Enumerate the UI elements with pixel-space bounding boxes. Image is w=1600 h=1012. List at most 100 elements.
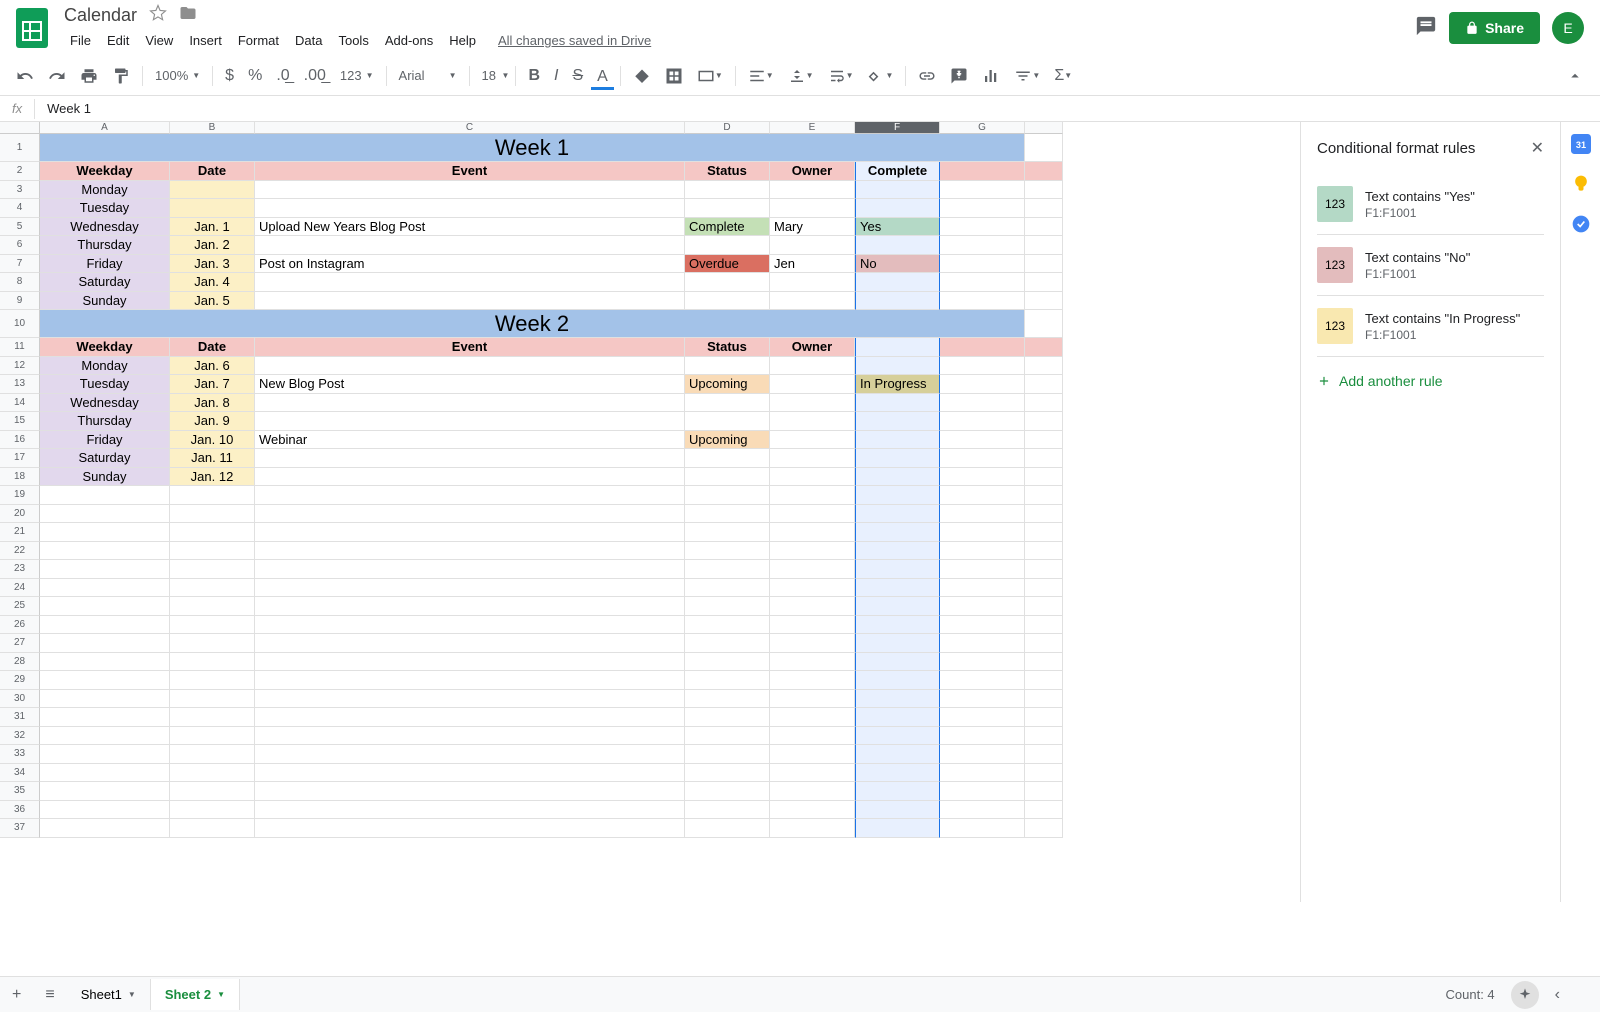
- cell[interactable]: [855, 764, 940, 783]
- cell[interactable]: [685, 236, 770, 255]
- user-avatar[interactable]: E: [1552, 12, 1584, 44]
- cell[interactable]: [940, 634, 1025, 653]
- cell[interactable]: [855, 727, 940, 746]
- selection-count[interactable]: Count: 4: [1446, 987, 1495, 1002]
- cell[interactable]: [855, 338, 940, 357]
- cell[interactable]: [1025, 375, 1063, 394]
- close-icon[interactable]: ✕: [1531, 138, 1544, 158]
- cell[interactable]: Tuesday: [40, 375, 170, 394]
- cell[interactable]: [770, 782, 855, 801]
- cell[interactable]: [940, 338, 1025, 357]
- row-header[interactable]: 35: [0, 782, 40, 801]
- cell[interactable]: [940, 523, 1025, 542]
- cell[interactable]: Post on Instagram: [255, 255, 685, 274]
- row-header[interactable]: 2: [0, 162, 40, 181]
- cell[interactable]: [1025, 357, 1063, 376]
- cell[interactable]: [40, 542, 170, 561]
- cell[interactable]: New Blog Post: [255, 375, 685, 394]
- cell[interactable]: [170, 708, 255, 727]
- cell[interactable]: [255, 542, 685, 561]
- cell[interactable]: [770, 394, 855, 413]
- cell[interactable]: [1025, 616, 1063, 635]
- cell[interactable]: [170, 690, 255, 709]
- cell[interactable]: Jan. 4: [170, 273, 255, 292]
- cell[interactable]: Jan. 9: [170, 412, 255, 431]
- row-header[interactable]: 11: [0, 338, 40, 357]
- cell[interactable]: Monday: [40, 181, 170, 200]
- cell[interactable]: [770, 597, 855, 616]
- menu-tools[interactable]: Tools: [332, 29, 374, 52]
- cell[interactable]: [855, 394, 940, 413]
- cell[interactable]: [770, 273, 855, 292]
- cell[interactable]: [685, 468, 770, 487]
- undo-icon[interactable]: [10, 61, 40, 91]
- cell[interactable]: Jan. 5: [170, 292, 255, 311]
- cell[interactable]: [1025, 708, 1063, 727]
- cell[interactable]: [1025, 764, 1063, 783]
- cell[interactable]: [1025, 218, 1063, 237]
- cell[interactable]: Wednesday: [40, 394, 170, 413]
- cell[interactable]: [40, 579, 170, 598]
- col-header-D[interactable]: D: [685, 122, 770, 134]
- row-header[interactable]: 7: [0, 255, 40, 274]
- cell[interactable]: [1025, 782, 1063, 801]
- cell[interactable]: [1025, 431, 1063, 450]
- all-sheets-icon[interactable]: ≡: [33, 978, 66, 1012]
- cell[interactable]: Event: [255, 162, 685, 181]
- cell[interactable]: [940, 394, 1025, 413]
- cell[interactable]: [770, 375, 855, 394]
- cell[interactable]: [255, 236, 685, 255]
- cell[interactable]: [770, 801, 855, 820]
- cell[interactable]: [40, 782, 170, 801]
- cell[interactable]: [685, 560, 770, 579]
- cell[interactable]: [855, 292, 940, 311]
- cell[interactable]: [685, 764, 770, 783]
- cell[interactable]: [855, 236, 940, 255]
- tab-sheet1[interactable]: Sheet1▼: [67, 979, 151, 1010]
- cell[interactable]: Sunday: [40, 468, 170, 487]
- cell[interactable]: Upload New Years Blog Post: [255, 218, 685, 237]
- cell[interactable]: [1025, 199, 1063, 218]
- cell[interactable]: [1025, 745, 1063, 764]
- cell[interactable]: [685, 616, 770, 635]
- cell[interactable]: [855, 542, 940, 561]
- cell[interactable]: [940, 505, 1025, 524]
- cell[interactable]: [770, 181, 855, 200]
- cell[interactable]: Saturday: [40, 273, 170, 292]
- text-color-icon[interactable]: A: [591, 62, 614, 90]
- cell[interactable]: [1025, 597, 1063, 616]
- row-header[interactable]: 22: [0, 542, 40, 561]
- cell[interactable]: [770, 819, 855, 838]
- cell[interactable]: Complete: [685, 218, 770, 237]
- zoom-select[interactable]: 100%▼: [149, 64, 206, 87]
- cell[interactable]: [685, 394, 770, 413]
- cell[interactable]: [685, 292, 770, 311]
- cell[interactable]: Status: [685, 338, 770, 357]
- cell[interactable]: Jan. 1: [170, 218, 255, 237]
- cell[interactable]: [170, 505, 255, 524]
- row-header[interactable]: 28: [0, 653, 40, 672]
- paint-format-icon[interactable]: [106, 61, 136, 91]
- cell[interactable]: [170, 616, 255, 635]
- keep-app-icon[interactable]: [1571, 174, 1591, 194]
- row-header[interactable]: 5: [0, 218, 40, 237]
- cell[interactable]: [255, 412, 685, 431]
- row-header[interactable]: 15: [0, 412, 40, 431]
- row-header[interactable]: 1: [0, 134, 40, 162]
- number-format-select[interactable]: 123▼: [334, 64, 380, 87]
- col-header-B[interactable]: B: [170, 122, 255, 134]
- cell[interactable]: [940, 431, 1025, 450]
- cell[interactable]: [255, 505, 685, 524]
- cell[interactable]: [685, 579, 770, 598]
- row-header[interactable]: 20: [0, 505, 40, 524]
- select-all-corner[interactable]: [0, 122, 40, 134]
- cell[interactable]: [685, 523, 770, 542]
- merge-cells-icon[interactable]: ▼: [691, 61, 729, 91]
- cell[interactable]: [1025, 505, 1063, 524]
- cell[interactable]: [940, 273, 1025, 292]
- cell[interactable]: [1025, 671, 1063, 690]
- row-header[interactable]: 34: [0, 764, 40, 783]
- cell[interactable]: [940, 292, 1025, 311]
- cell[interactable]: [685, 671, 770, 690]
- cell[interactable]: [1025, 412, 1063, 431]
